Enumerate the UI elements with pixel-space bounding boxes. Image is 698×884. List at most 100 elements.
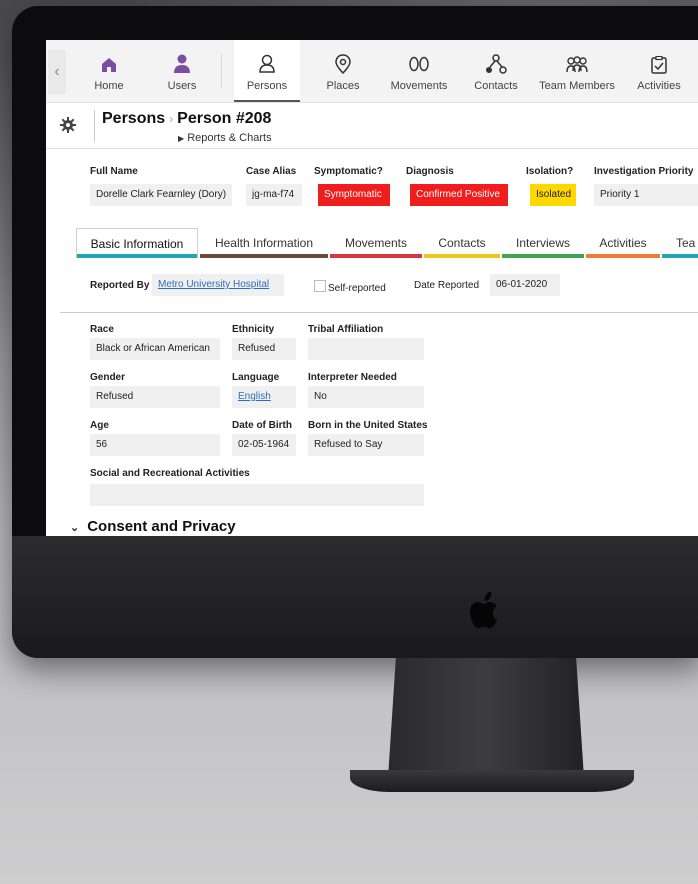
born-us-value: Refused to Say <box>308 434 424 456</box>
dob-label: Date of Birth <box>232 420 292 431</box>
ethnicity-label: Ethnicity <box>232 324 275 335</box>
age-label: Age <box>90 420 109 431</box>
tab-label: Tea <box>676 236 696 250</box>
tab-contacts[interactable]: Contacts <box>424 228 500 258</box>
date-reported-value: 06-01-2020 <box>490 274 560 296</box>
app-screen: ‹ Home Users Persons Places Movements Co… <box>46 40 698 536</box>
self-reported-label: Self-reported <box>328 283 386 294</box>
home-icon <box>102 58 116 72</box>
monitor-chin <box>12 536 698 658</box>
tab-health-information[interactable]: Health Information <box>200 228 328 258</box>
nav-item-home[interactable]: Home <box>84 40 134 102</box>
priority-label: Investigation Priority <box>594 166 694 177</box>
tab-label: Contacts <box>438 236 486 250</box>
tribal-value <box>308 338 424 360</box>
race-value: Black or African American <box>90 338 220 360</box>
caret-right-icon: ▶ <box>178 134 185 143</box>
tab-label: Basic Information <box>90 237 184 251</box>
tab-color-bar <box>77 254 197 258</box>
isolation-label: Isolation? <box>526 166 574 177</box>
reported-by-link[interactable]: Metro University Hospital <box>158 279 269 290</box>
reports-link[interactable]: ▶ Reports & Charts <box>178 132 272 144</box>
location-pin-icon <box>335 54 351 74</box>
interpreter-label: Interpreter Needed <box>308 372 397 383</box>
nav-label-users: Users <box>167 80 197 92</box>
nav-item-users[interactable]: Users <box>158 40 206 102</box>
tab-color-bar <box>586 254 660 258</box>
nav-item-places[interactable]: Places <box>318 40 368 102</box>
language-link[interactable]: English <box>238 391 271 402</box>
symptomatic-badge: Symptomatic <box>318 184 390 206</box>
reported-by-label: Reported By <box>90 280 150 291</box>
nav-divider <box>221 54 222 88</box>
nav-label-places: Places <box>326 80 360 92</box>
checklist-icon <box>651 56 667 74</box>
nav-label-persons: Persons <box>246 80 288 92</box>
dob-value: 02-05-1964 <box>232 434 296 456</box>
tab-activities[interactable]: Activities <box>586 228 660 258</box>
diagnosis-badge: Confirmed Positive <box>410 184 508 206</box>
tab-basic-information[interactable]: Basic Information <box>76 228 198 258</box>
interpreter-value: No <box>308 386 424 408</box>
nav-back-button[interactable]: ‹ <box>48 50 66 94</box>
reports-label: Reports & Charts <box>187 132 272 144</box>
social-label: Social and Recreational Activities <box>90 468 250 479</box>
social-value[interactable] <box>90 484 424 506</box>
nav-item-contacts[interactable]: Contacts <box>470 40 522 102</box>
breadcrumb-root[interactable]: Persons <box>102 110 165 127</box>
breadcrumb: Persons › Person #208 ▶ Reports & Charts <box>46 102 698 149</box>
monitor-foot <box>350 770 634 792</box>
chevron-right-icon: › <box>169 112 174 126</box>
person-icon <box>259 54 275 73</box>
gender-label: Gender <box>90 372 126 383</box>
case-alias-label: Case Alias <box>246 166 297 177</box>
gear-icon[interactable] <box>60 117 76 133</box>
tab-label: Movements <box>344 236 408 250</box>
tab-color-bar <box>200 254 328 258</box>
tab-color-bar <box>502 254 584 258</box>
symptomatic-label: Symptomatic? <box>314 166 383 177</box>
section-divider <box>60 312 698 313</box>
nav-item-persons[interactable]: Persons <box>234 40 300 102</box>
full-name-label: Full Name <box>90 166 138 177</box>
ethnicity-value: Refused <box>232 338 296 360</box>
consent-title: Consent and Privacy <box>87 518 236 535</box>
consent-section-header[interactable]: ⌄ Consent and Privacy <box>70 518 236 535</box>
nav-item-activities[interactable]: Activities <box>630 40 688 102</box>
nav-label-activities: Activities <box>637 80 681 92</box>
age-value: 56 <box>90 434 220 456</box>
crumb-divider <box>94 110 95 142</box>
tab-label: Health Information <box>214 236 314 250</box>
tab-color-bar <box>424 254 500 258</box>
self-reported-checkbox[interactable] <box>314 280 326 292</box>
full-name-value: Dorelle Clark Fearnley (Dory) <box>90 184 232 206</box>
tab-interviews[interactable]: Interviews <box>502 228 584 258</box>
nav-label-team-members: Team Members <box>539 80 615 92</box>
race-label: Race <box>90 324 114 335</box>
tab-team[interactable]: Tea <box>662 228 698 258</box>
tab-label: Activities <box>599 236 647 250</box>
breadcrumb-current: Person #208 <box>177 110 272 127</box>
user-icon <box>174 54 190 73</box>
nav-label-movements: Movements <box>390 80 448 92</box>
tab-color-bar <box>662 254 698 258</box>
diagnosis-label: Diagnosis <box>406 166 454 177</box>
nav-item-movements[interactable]: Movements <box>386 40 452 102</box>
monitor-stand <box>388 658 584 778</box>
top-nav: ‹ Home Users Persons Places Movements Co… <box>46 40 698 103</box>
nav-item-team-members[interactable]: Team Members <box>539 40 615 102</box>
tab-color-bar <box>330 254 422 258</box>
language-value: English <box>232 386 296 408</box>
isolation-badge: Isolated <box>530 184 576 206</box>
reported-by-value[interactable]: Metro University Hospital <box>152 274 284 296</box>
case-alias-value: jg-ma-f74 <box>246 184 302 206</box>
nav-label-home: Home <box>94 80 124 92</box>
date-reported-label: Date Reported <box>414 280 480 291</box>
apple-logo-icon <box>470 592 497 628</box>
footprints-icon <box>409 56 429 72</box>
born-us-label: Born in the United States <box>308 420 428 431</box>
language-label: Language <box>232 372 280 383</box>
chevron-down-icon: ⌄ <box>70 522 80 534</box>
tribal-label: Tribal Affiliation <box>308 324 384 335</box>
tab-movements[interactable]: Movements <box>330 228 422 258</box>
